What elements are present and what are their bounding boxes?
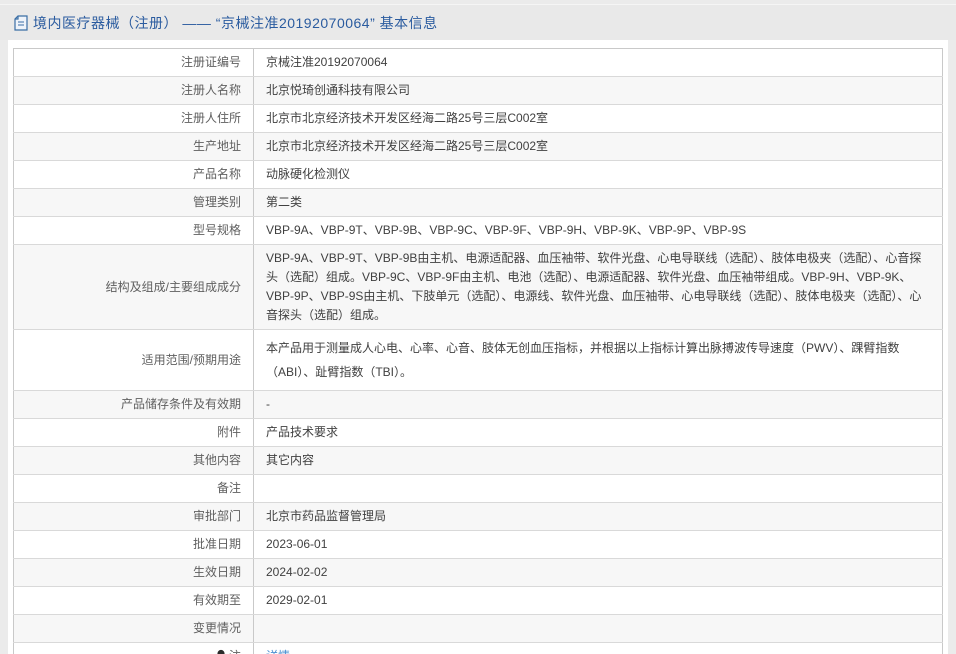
row-value: 其它内容 (254, 447, 943, 475)
row-value (254, 475, 943, 503)
row-value: VBP-9A、VBP-9T、VBP-9B、VBP-9C、VBP-9F、VBP-9… (254, 217, 943, 245)
table-row: 批准日期 2023-06-01 (14, 531, 943, 559)
bulb-icon (216, 649, 226, 654)
content-panel: 注册证编号京械注准20192070064注册人名称北京悦琦创通科技有限公司注册人… (8, 40, 948, 654)
table-row: 其他内容其它内容 (14, 447, 943, 475)
row-label: 型号规格 (14, 217, 254, 245)
table-row: 结构及组成/主要组成成分 VBP-9A、VBP-9T、VBP-9B由主机、电源适配… (14, 245, 943, 330)
row-label: 适用范围/预期用途 (14, 330, 254, 391)
table-row: 审批部门北京市药品监督管理局 (14, 503, 943, 531)
row-label: 附件 (14, 419, 254, 447)
row-value: 北京市北京经济技术开发区经海二路25号三层C002室 (254, 133, 943, 161)
row-label: 审批部门 (14, 503, 254, 531)
row-label-text: 生产地址 (193, 139, 241, 153)
table-row: 产品名称动脉硬化检测仪 (14, 161, 943, 189)
row-label-text: 注 (229, 649, 241, 654)
row-label: 批准日期 (14, 531, 254, 559)
row-label-text: 产品储存条件及有效期 (121, 397, 241, 411)
row-label: 产品名称 (14, 161, 254, 189)
row-label-text: 附件 (217, 425, 241, 439)
table-row: 产品储存条件及有效期- (14, 391, 943, 419)
row-label-text: 型号规格 (193, 223, 241, 237)
row-value: 产品技术要求 (254, 419, 943, 447)
row-label-text: 有效期至 (193, 593, 241, 607)
row-value: VBP-9A、VBP-9T、VBP-9B由主机、电源适配器、血压袖带、软件光盘、… (254, 245, 943, 330)
row-label-text: 注册证编号 (181, 55, 241, 69)
row-label: 备注 (14, 475, 254, 503)
row-value: 北京市北京经济技术开发区经海二路25号三层C002室 (254, 105, 943, 133)
row-value: 2029-02-01 (254, 587, 943, 615)
row-label: 生效日期 (14, 559, 254, 587)
row-value: 第二类 (254, 189, 943, 217)
table-row: 注 详情 (14, 643, 943, 654)
row-label: 生产地址 (14, 133, 254, 161)
row-label: 产品储存条件及有效期 (14, 391, 254, 419)
row-value: 2024-02-02 (254, 559, 943, 587)
row-label: 其他内容 (14, 447, 254, 475)
details-link[interactable]: 详情 (266, 649, 290, 654)
table-row: 注册人住所北京市北京经济技术开发区经海二路25号三层C002室 (14, 105, 943, 133)
row-label: 变更情况 (14, 615, 254, 643)
table-row: 生效日期 2024-02-02 (14, 559, 943, 587)
row-label: 注册人名称 (14, 77, 254, 105)
document-icon (14, 15, 28, 31)
row-value: 京械注准20192070064 (254, 49, 943, 77)
table-row: 型号规格 VBP-9A、VBP-9T、VBP-9B、VBP-9C、VBP-9F、V… (14, 217, 943, 245)
table-row: 注册证编号京械注准20192070064 (14, 49, 943, 77)
row-label: 有效期至 (14, 587, 254, 615)
row-label: 注册证编号 (14, 49, 254, 77)
row-label-text: 备注 (217, 481, 241, 495)
row-label-text: 注册人名称 (181, 83, 241, 97)
row-value: 北京市药品监督管理局 (254, 503, 943, 531)
table-row: 备注 (14, 475, 943, 503)
page-title: 境内医疗器械（注册） —— “京械注准20192070064” 基本信息 (33, 13, 438, 33)
row-value: - (254, 391, 943, 419)
row-label-text: 产品名称 (193, 167, 241, 181)
page-header: 境内医疗器械（注册） —— “京械注准20192070064” 基本信息 (0, 4, 956, 40)
row-value: 详情 (254, 643, 943, 654)
row-label: 注 (14, 643, 254, 654)
row-value: 北京悦琦创通科技有限公司 (254, 77, 943, 105)
row-value: 本产品用于测量成人心电、心率、心音、肢体无创血压指标，并根据以上指标计算出脉搏波… (254, 330, 943, 391)
table-row: 适用范围/预期用途本产品用于测量成人心电、心率、心音、肢体无创血压指标，并根据以… (14, 330, 943, 391)
table-row: 有效期至 2029-02-01 (14, 587, 943, 615)
row-label-text: 管理类别 (193, 195, 241, 209)
row-label: 结构及组成/主要组成成分 (14, 245, 254, 330)
row-value: 2023-06-01 (254, 531, 943, 559)
table-row: 附件产品技术要求 (14, 419, 943, 447)
row-label-text: 批准日期 (193, 537, 241, 551)
table-row: 注册人名称北京悦琦创通科技有限公司 (14, 77, 943, 105)
row-label: 管理类别 (14, 189, 254, 217)
row-label-text: 注册人住所 (181, 111, 241, 125)
row-label-text: 适用范围/预期用途 (142, 353, 241, 367)
row-label-text: 生效日期 (193, 565, 241, 579)
row-value (254, 615, 943, 643)
row-label-text: 结构及组成/主要组成成分 (106, 280, 241, 294)
row-label-text: 变更情况 (193, 621, 241, 635)
row-value: 动脉硬化检测仪 (254, 161, 943, 189)
page: 境内医疗器械（注册） —— “京械注准20192070064” 基本信息 注册证… (0, 4, 956, 654)
table-row: 管理类别第二类 (14, 189, 943, 217)
row-label: 注册人住所 (14, 105, 254, 133)
table-row: 生产地址北京市北京经济技术开发区经海二路25号三层C002室 (14, 133, 943, 161)
table-row: 变更情况 (14, 615, 943, 643)
row-label-text: 其他内容 (193, 453, 241, 467)
row-label-text: 审批部门 (193, 509, 241, 523)
info-table: 注册证编号京械注准20192070064注册人名称北京悦琦创通科技有限公司注册人… (13, 48, 943, 654)
